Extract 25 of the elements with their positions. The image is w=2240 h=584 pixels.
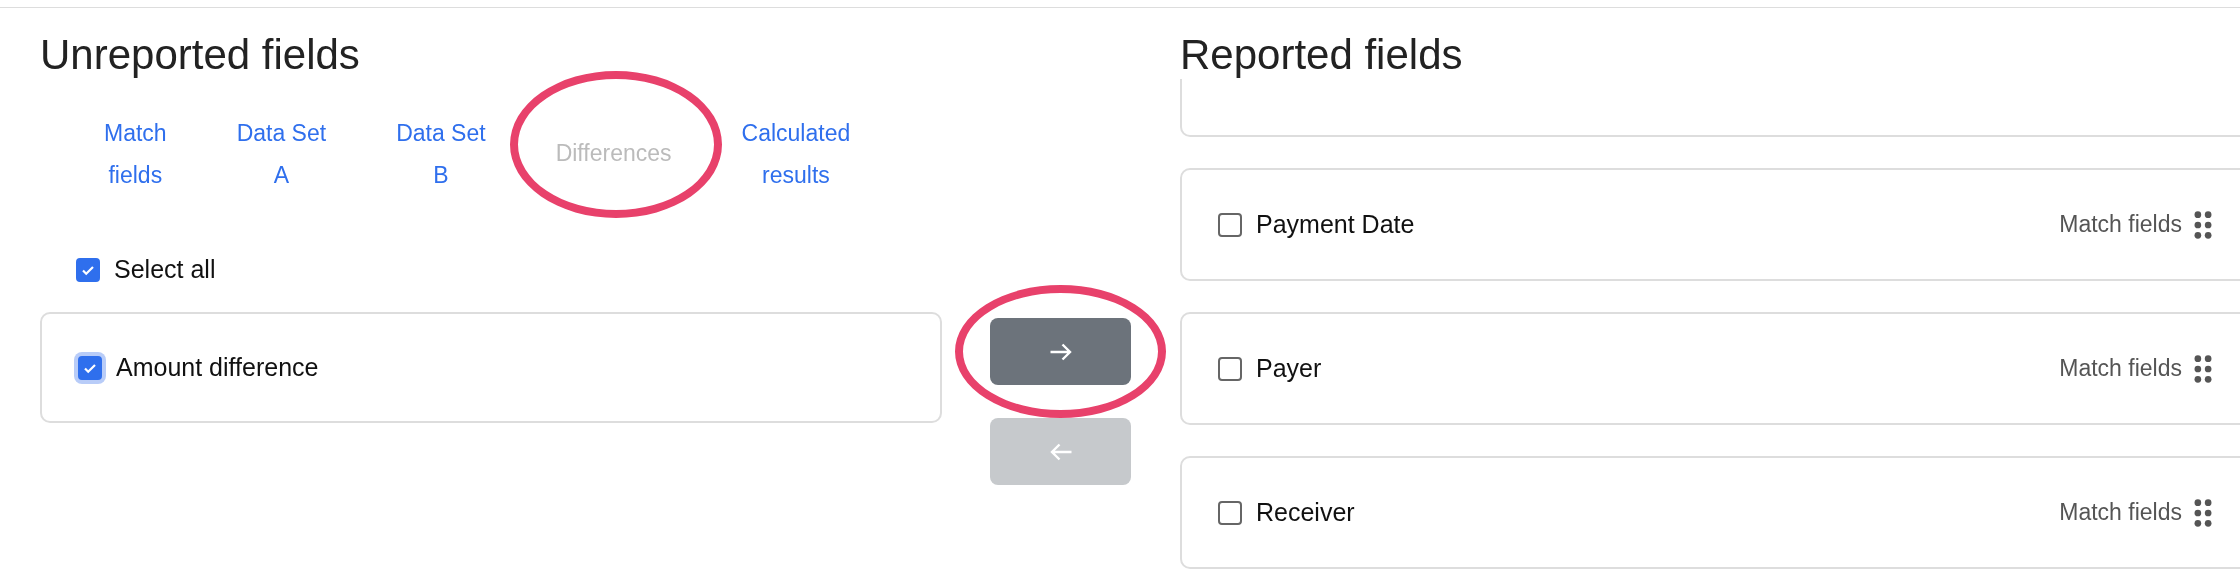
field-tag: Match fields (2059, 355, 2182, 382)
field-card[interactable]: Receiver Match fields (1180, 456, 2240, 569)
tab[interactable]: Calculated results (741, 112, 851, 196)
checkbox[interactable] (76, 257, 100, 282)
field-label: Amount difference (116, 353, 319, 382)
drag-handle-icon[interactable] (2194, 209, 2212, 240)
tab[interactable]: Match fields (104, 112, 167, 196)
checkbox[interactable] (1218, 212, 1242, 237)
checkbox-label: Select all (114, 255, 216, 284)
field-card[interactable]: Payment Date Match fields (1180, 168, 2240, 281)
checkbox[interactable] (1218, 356, 1242, 381)
drag-handle-icon[interactable] (2194, 497, 2212, 528)
section-title: Unreported fields (40, 31, 361, 79)
drag-handle-icon[interactable] (2194, 353, 2212, 384)
section-title: Reported fields (1180, 31, 1464, 79)
tab[interactable]: Data Set B (396, 112, 486, 196)
field-tag: Match fields (2059, 499, 2182, 526)
tab[interactable]: Data Set A (236, 112, 327, 196)
field-label: Receiver (1256, 498, 1356, 527)
checkbox[interactable] (1218, 500, 1242, 525)
field-tag: Match fields (2059, 211, 2182, 238)
field-card[interactable]: Amount difference (40, 312, 942, 423)
field-card[interactable]: Payer Match fields (1180, 312, 2240, 425)
field-label: Payment Date (1256, 210, 1416, 239)
field-label: Payer (1256, 354, 1323, 383)
